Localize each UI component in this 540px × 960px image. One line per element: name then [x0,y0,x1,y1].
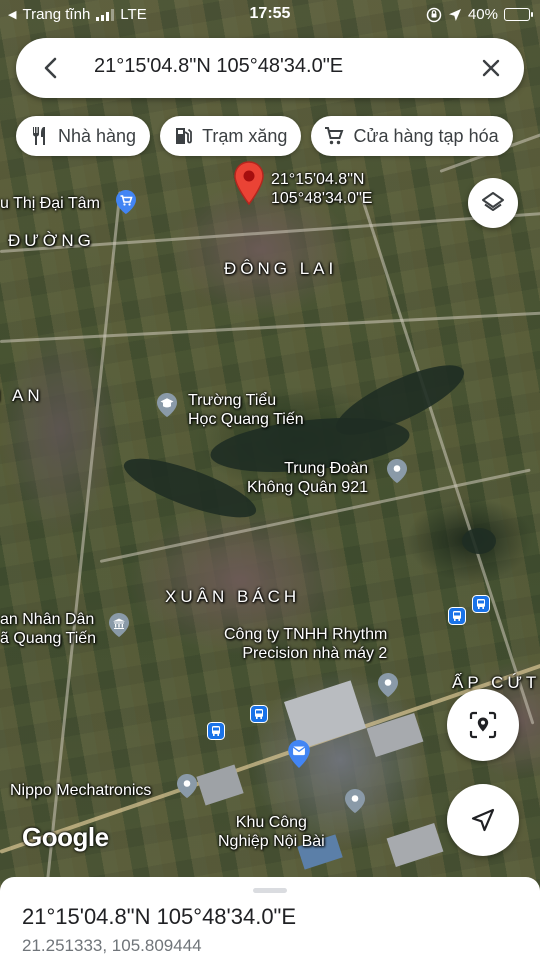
place-label-sieu-thi[interactable]: u Thị Đại Tâm [0,194,100,213]
shopping-cart-poi-icon[interactable] [113,189,139,215]
chip-grocery[interactable]: Cửa hàng tạp hóa [311,116,513,156]
shopping-cart-icon [325,127,344,145]
factory-roof [196,764,244,806]
chip-label: Nhà hàng [58,125,137,146]
search-bar[interactable]: 21°15'04.8"N 105°48'34.0"E [16,38,524,98]
my-location-button[interactable] [447,784,519,856]
layers-icon [482,192,504,211]
location-frame-icon [469,711,497,739]
category-chips: Nhà hàng Trạm xăng Cửa hàng tạp hóa [16,116,513,156]
bus-stop-icon[interactable] [250,705,268,723]
sheet-title: 21°15'04.8"N 105°48'34.0"E [22,904,297,929]
bus-stop-icon[interactable] [207,722,225,740]
battery-percent: 40% [467,6,498,23]
bus-stop-icon[interactable] [448,607,466,625]
status-right: 40% [426,6,533,23]
battery-icon [504,8,533,21]
location-poi-icon[interactable] [384,458,410,484]
place-label-trung-doan[interactable]: Trung Đoàn Không Quân 921 [247,459,368,497]
place-label-rhythm[interactable]: Công ty TNHH Rhythm Precision nhà máy 2 [224,625,387,663]
status-bar: ◀ Trang tĩnh LTE 17:55 40% [0,0,540,30]
place-label-kcn-noi-bai[interactable]: Khu Công Nghiệp Nội Bài [218,813,325,851]
layers-button[interactable] [468,178,518,228]
bottom-sheet[interactable]: 21°15'04.8"N 105°48'34.0"E 21.251333, 10… [0,877,540,960]
decimal-coordinates: 21.251333, 105.809444 [22,936,202,955]
close-icon[interactable] [476,53,506,83]
location-poi-icon[interactable] [174,773,200,799]
area-label-dong-lai: ĐÔNG LAI [224,259,338,278]
pond [462,528,496,554]
road [0,310,540,343]
navigation-arrow-icon [471,808,495,832]
google-attribution: Google [22,822,109,852]
area-label-ap-cut: ẤP CỨT [452,673,540,692]
road [43,191,122,908]
chip-label: Trạm xăng [202,125,288,146]
back-arrow-icon[interactable] [36,53,66,83]
pin-label: 21°15'04.8"N 105°48'34.0"E [271,171,373,207]
place-label-nippo[interactable]: Nippo Mechatronics [10,781,151,800]
gas-station-icon [176,128,192,144]
area-label-duong: ĐƯỜNG [8,231,95,250]
street-view-button[interactable] [447,689,519,761]
location-poi-icon[interactable] [375,672,401,698]
sheet-drag-handle[interactable] [253,888,287,893]
restaurant-icon [33,127,45,145]
post-office-poi-icon[interactable] [285,738,313,770]
factory-roof [386,823,444,867]
area-label-xuan-bach: XUÂN BÁCH [165,587,301,606]
search-query[interactable]: 21°15'04.8"N 105°48'34.0"E [94,55,343,78]
chip-gas-stations[interactable]: Trạm xăng [160,116,302,156]
location-services-icon [448,8,461,21]
place-label-truong-tieu-hoc[interactable]: Trường Tiểu Học Quang Tiến [188,391,304,429]
location-poi-icon[interactable] [342,788,368,814]
bus-stop-icon[interactable] [472,595,490,613]
screen-rotation-lock-icon [426,7,442,22]
government-poi-icon[interactable] [106,612,132,638]
area-label-an: N AN [0,386,44,405]
school-poi-icon[interactable] [154,392,180,418]
place-label-uy-ban[interactable]: an Nhân Dân ã Quang Tiến [0,610,96,648]
chip-restaurants[interactable]: Nhà hàng [16,116,151,156]
dropped-pin-icon[interactable] [232,160,266,208]
chip-label: Cửa hàng tạp hóa [353,125,499,146]
